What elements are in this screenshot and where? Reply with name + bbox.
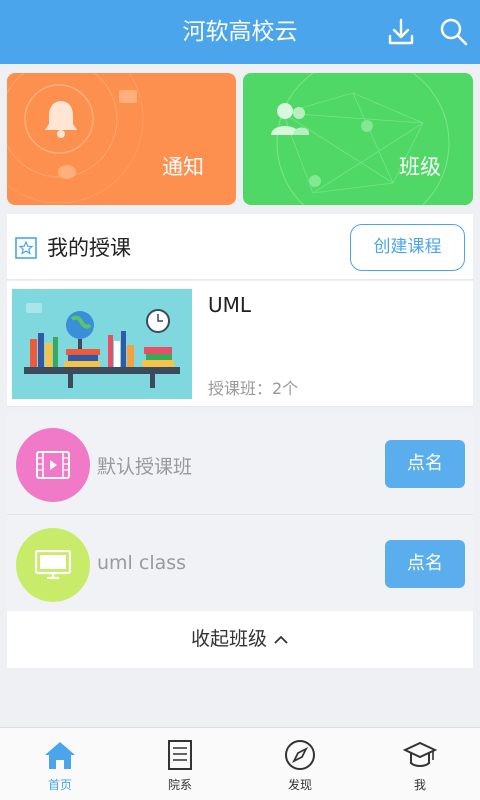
- course-class-count: 授课班：2个: [208, 379, 299, 398]
- tab-label: 首页: [47, 778, 72, 792]
- users-icon: [271, 103, 310, 135]
- bottom-tab-bar: 首页 院系 发现 我: [0, 727, 480, 800]
- video-icon: [36, 451, 70, 479]
- course-name: UML: [208, 293, 252, 317]
- my-courses-header: 我的授课 创建课程: [7, 214, 473, 280]
- chevron-up-icon: [274, 635, 288, 644]
- app-header: 河软高校云: [0, 0, 480, 64]
- download-icon[interactable]: [385, 16, 417, 48]
- tab-label: 院系: [167, 778, 192, 792]
- tab-me[interactable]: 我: [360, 728, 480, 800]
- compass-icon: [285, 740, 315, 770]
- class-decoration: [276, 73, 450, 205]
- tab-label: 我: [413, 778, 426, 792]
- class-row[interactable]: 默认授课班 点名: [7, 415, 473, 515]
- document-icon: [168, 740, 192, 770]
- graduation-cap-icon: [403, 741, 437, 767]
- course-item[interactable]: UML 授课班：2个: [7, 281, 473, 407]
- bell-icon: [45, 101, 77, 138]
- home-icon: [45, 742, 75, 769]
- collapse-classes-button[interactable]: 收起班级: [7, 611, 473, 668]
- notice-label: 通知: [162, 155, 204, 179]
- roll-call-button[interactable]: 点名: [385, 440, 465, 488]
- notice-card[interactable]: 通知: [7, 73, 236, 205]
- class-avatar: [16, 528, 90, 602]
- course-thumbnail: [12, 289, 192, 399]
- tab-discover[interactable]: 发现: [240, 728, 360, 800]
- class-name: uml class: [97, 552, 187, 574]
- class-name: 默认授课班: [97, 456, 193, 478]
- tab-home[interactable]: 首页: [0, 728, 120, 800]
- class-card[interactable]: 班级: [243, 73, 473, 205]
- roll-call-button[interactable]: 点名: [385, 540, 465, 588]
- tab-departments[interactable]: 院系: [120, 728, 240, 800]
- create-course-button[interactable]: 创建课程: [350, 224, 465, 271]
- class-row[interactable]: uml class 点名: [7, 515, 473, 615]
- tab-label: 发现: [287, 778, 312, 792]
- class-label: 班级: [399, 155, 441, 179]
- monitor-icon: [35, 550, 71, 580]
- search-icon[interactable]: [438, 16, 470, 48]
- collapse-label: 收起班级: [190, 628, 267, 650]
- star-icon: [15, 237, 37, 259]
- class-avatar: [16, 428, 90, 502]
- section-title: 我的授课: [47, 236, 131, 260]
